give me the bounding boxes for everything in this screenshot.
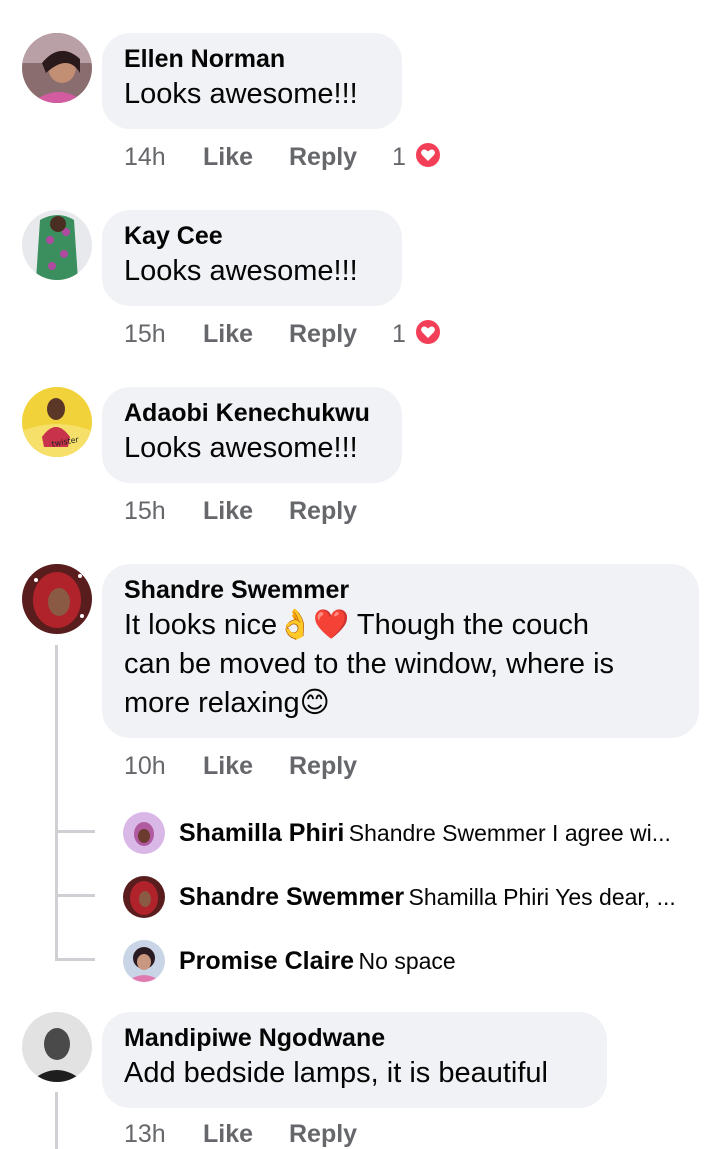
comment-author[interactable]: Kay Cee bbox=[124, 220, 380, 252]
avatar-photo: twister bbox=[22, 387, 92, 457]
comment-author[interactable]: Ellen Norman bbox=[124, 43, 380, 75]
comment-text-line: more relaxing😊 bbox=[124, 687, 330, 719]
reply-avatar[interactable] bbox=[123, 812, 165, 854]
comment-bubble: Ellen Norman Looks awesome!!! bbox=[102, 33, 402, 129]
comment-author[interactable]: Shandre Swemmer bbox=[124, 574, 677, 606]
avatar-photo bbox=[22, 33, 92, 103]
reply-button[interactable]: Reply bbox=[289, 751, 357, 781]
heart-icon[interactable] bbox=[414, 141, 442, 169]
comment-bubble: Mandipiwe Ngodwane Add bedside lamps, it… bbox=[102, 1012, 607, 1108]
comment-text: Add bedside lamps, it is beautiful bbox=[124, 1057, 548, 1089]
comment-actions: 15h Like Reply bbox=[124, 496, 424, 528]
avatar[interactable] bbox=[22, 210, 92, 280]
comment-author[interactable]: Adaobi Kenechukwu bbox=[124, 397, 380, 429]
comment-bubble: Shandre Swemmer It looks nice👌❤️ Though … bbox=[102, 564, 699, 738]
reply-author[interactable]: Shandre Swemmer bbox=[179, 883, 404, 911]
comment-author[interactable]: Mandipiwe Ngodwane bbox=[124, 1022, 585, 1054]
avatar[interactable] bbox=[22, 33, 92, 103]
comment-bubble: Adaobi Kenechukwu Looks awesome!!! bbox=[102, 387, 402, 483]
reply-button[interactable]: Reply bbox=[289, 319, 357, 349]
thread-connector bbox=[55, 894, 95, 897]
comment-time[interactable]: 10h bbox=[124, 751, 166, 781]
comment-text: Looks awesome!!! bbox=[124, 78, 358, 110]
reply-button[interactable]: Reply bbox=[289, 1119, 357, 1149]
like-button[interactable]: Like bbox=[203, 142, 253, 172]
reply-avatar[interactable] bbox=[123, 940, 165, 982]
avatar-photo bbox=[22, 564, 92, 634]
thread-connector bbox=[55, 958, 95, 961]
reply-author[interactable]: Promise Claire bbox=[179, 947, 354, 975]
reply-avatar[interactable] bbox=[123, 876, 165, 918]
avatar[interactable]: twister bbox=[22, 387, 92, 457]
comment-bubble: Kay Cee Looks awesome!!! bbox=[102, 210, 402, 306]
comment-actions: 13h Like Reply bbox=[124, 1119, 424, 1149]
reply-item: Promise Claire No space bbox=[179, 939, 709, 983]
reply-button[interactable]: Reply bbox=[289, 142, 357, 172]
heart-icon[interactable] bbox=[414, 318, 442, 346]
avatar[interactable] bbox=[22, 564, 92, 634]
avatar-photo bbox=[22, 1012, 92, 1082]
comment-time[interactable]: 15h bbox=[124, 319, 166, 349]
comment-time[interactable]: 14h bbox=[124, 142, 166, 172]
reply-item: Shamilla Phiri Shandre Swemmer I agree w… bbox=[179, 811, 709, 855]
avatar[interactable] bbox=[22, 1012, 92, 1082]
thread-line bbox=[55, 1092, 58, 1149]
comment-text-line: can be moved to the window, where is bbox=[124, 648, 615, 680]
like-button[interactable]: Like bbox=[203, 1119, 253, 1149]
reaction-count[interactable]: 1 bbox=[392, 142, 406, 172]
like-button[interactable]: Like bbox=[203, 751, 253, 781]
reply-button[interactable]: Reply bbox=[289, 496, 357, 526]
avatar-photo bbox=[123, 940, 165, 982]
avatar-photo bbox=[123, 876, 165, 918]
comment-text: Looks awesome!!! bbox=[124, 255, 358, 287]
reaction-count[interactable]: 1 bbox=[392, 319, 406, 349]
reply-item: Shandre Swemmer Shamilla Phiri Yes dear,… bbox=[179, 875, 709, 919]
comment-time[interactable]: 13h bbox=[124, 1119, 166, 1149]
like-button[interactable]: Like bbox=[203, 496, 253, 526]
reply-text[interactable]: No space bbox=[359, 948, 456, 974]
like-button[interactable]: Like bbox=[203, 319, 253, 349]
reply-text[interactable]: Shandre Swemmer I agree wi... bbox=[349, 820, 671, 846]
thread-line bbox=[55, 645, 58, 961]
avatar-photo bbox=[22, 210, 92, 280]
comment-time[interactable]: 15h bbox=[124, 496, 166, 526]
reply-author[interactable]: Shamilla Phiri bbox=[179, 819, 344, 847]
reply-text[interactable]: Shamilla Phiri Yes dear, ... bbox=[409, 884, 676, 910]
avatar-photo bbox=[123, 812, 165, 854]
thread-connector bbox=[55, 830, 95, 833]
comment-text-line: It looks nice👌❤️ Though the couch bbox=[124, 609, 590, 641]
comment-actions: 10h Like Reply bbox=[124, 751, 424, 783]
comment-text: Looks awesome!!! bbox=[124, 432, 358, 464]
